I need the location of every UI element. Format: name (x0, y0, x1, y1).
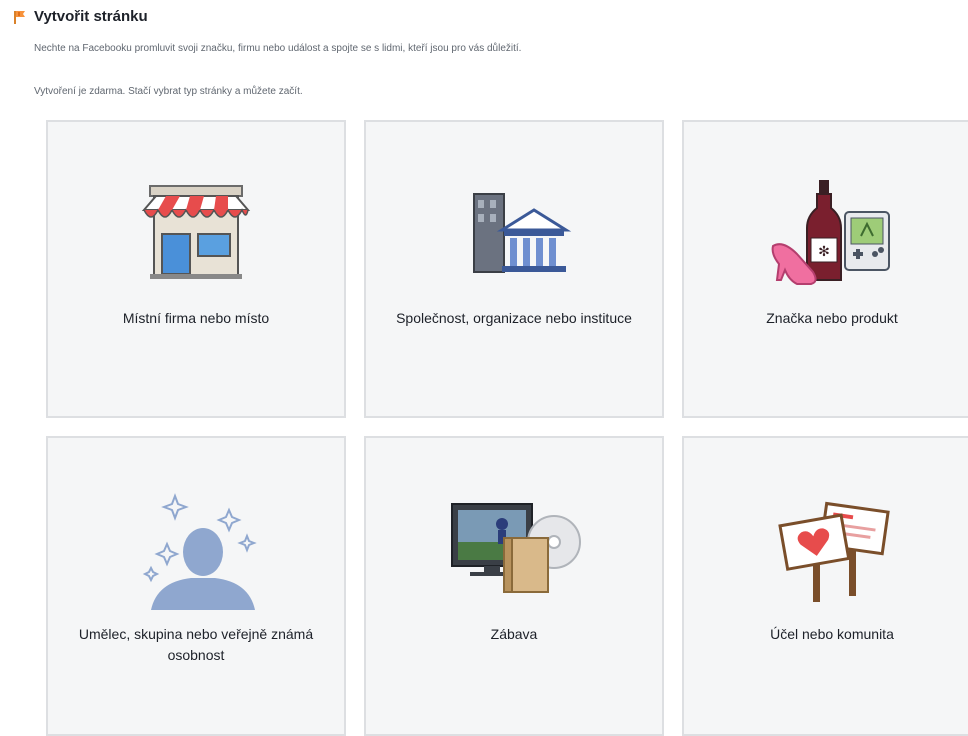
person-sparkle-icon (142, 493, 257, 610)
flag-icon (14, 10, 25, 24)
page-note: Vytvoření je zdarma. Stačí vybrat typ st… (34, 86, 303, 97)
category-label: Místní firma nebo místo (122, 310, 270, 326)
storefront-icon (141, 185, 251, 279)
category-label: Umělec, skupina nebo veřejně známá osobn… (78, 626, 314, 663)
category-label: Společnost, organizace nebo instituce (396, 310, 632, 326)
category-label: Účel nebo komunita (770, 626, 894, 642)
category-tile-local-business[interactable]: Místní firma nebo místo (46, 120, 346, 418)
signs-icon (778, 501, 890, 602)
category-tile-company[interactable]: Společnost, organizace nebo instituce (364, 120, 664, 418)
page-header: Vytvořit stránku (12, 8, 148, 25)
page-title: Vytvořit stránku (34, 8, 148, 25)
category-label: Značka nebo produkt (766, 310, 898, 326)
category-tile-entertainment[interactable]: Zábava (364, 436, 664, 736)
building-icon (473, 193, 572, 273)
page-description: Nechte na Facebooku promluvit svoji znač… (34, 43, 522, 54)
entertainment-icon (451, 503, 581, 593)
category-tile-brand[interactable]: ✻ Značka nebo produkt (682, 120, 968, 418)
category-tile-artist[interactable]: Umělec, skupina nebo veřejně známá osobn… (46, 436, 346, 736)
svg-text:✻: ✻ (818, 244, 830, 260)
products-icon: ✻ (771, 180, 890, 285)
category-label: Zábava (490, 626, 538, 642)
category-tile-cause[interactable]: Účel nebo komunita (682, 436, 968, 736)
